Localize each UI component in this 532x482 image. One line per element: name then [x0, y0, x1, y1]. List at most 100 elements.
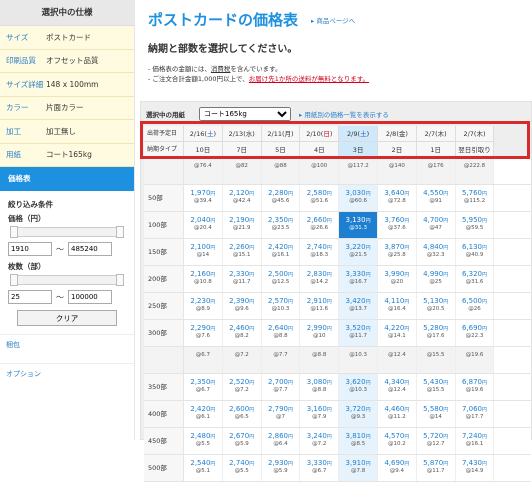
price-cell[interactable]: 6,130円 @40.9	[456, 239, 495, 265]
price-cell[interactable]: 3,030円 @60.6	[339, 185, 378, 211]
delivery-type-cell[interactable]: 5日	[261, 142, 301, 158]
price-cell[interactable]: 5,430円 @15.5	[417, 374, 456, 400]
price-cell[interactable]: @76.4	[184, 158, 223, 184]
ship-date-cell[interactable]: 2/11(月)	[261, 126, 301, 142]
price-cell[interactable]: @222.8	[455, 158, 495, 184]
price-cell[interactable]: @117.2	[339, 158, 378, 184]
price-cell[interactable]: 4,700円 @47	[417, 212, 456, 238]
price-cell[interactable]: 4,550円 @91	[417, 185, 456, 211]
price-cell[interactable]: 4,340円 @12.4	[378, 374, 417, 400]
price-cell[interactable]: 6,870円 @19.6	[456, 374, 495, 400]
price-cell[interactable]: 2,160円 @10.8	[184, 266, 223, 292]
qty-slider-min-handle[interactable]	[10, 274, 18, 286]
price-cell[interactable]: @12.4	[377, 347, 417, 373]
ship-date-cell[interactable]: 2/13(水)	[222, 126, 262, 142]
price-cell[interactable]: 2,350円 @23.5	[262, 212, 301, 238]
price-cell[interactable]: 7,240円 @16.1	[456, 428, 495, 454]
price-cell[interactable]: 4,990円 @25	[417, 266, 456, 292]
price-cell[interactable]: 2,640円 @8.8	[262, 320, 301, 346]
price-cell[interactable]: 6,500円 @26	[456, 293, 495, 319]
price-cell[interactable]: 5,870円 @11.7	[417, 455, 456, 481]
spec-key[interactable]: 加工	[0, 126, 46, 137]
price-cell[interactable]: 2,290円 @7.6	[184, 320, 223, 346]
price-cell[interactable]: 2,990円 @10	[300, 320, 340, 346]
spec-key[interactable]: カラー	[0, 102, 46, 113]
price-cell[interactable]: @82	[222, 158, 262, 184]
price-cell[interactable]: 5,580円 @14	[417, 401, 456, 427]
price-cell[interactable]: 2,860円 @6.4	[262, 428, 301, 454]
price-cell[interactable]: 2,500円 @12.5	[262, 266, 301, 292]
price-cell[interactable]: 4,220円 @14.1	[378, 320, 417, 346]
ship-date-cell[interactable]: 2/16(土)	[184, 126, 223, 142]
price-cell[interactable]: @7.7	[261, 347, 301, 373]
price-cell[interactable]: 3,810円 @8.5	[339, 428, 378, 454]
price-cell[interactable]: 3,240円 @7.2	[300, 428, 340, 454]
price-cell[interactable]: 3,330円 @6.7	[300, 455, 340, 481]
price-cell[interactable]: 4,840円 @32.3	[417, 239, 456, 265]
delivery-type-cell[interactable]: 7日	[222, 142, 262, 158]
price-cell[interactable]: @88	[261, 158, 301, 184]
price-cell[interactable]: @7.2	[222, 347, 262, 373]
price-cell[interactable]: @10.3	[339, 347, 378, 373]
price-cell[interactable]: 2,120円 @42.4	[223, 185, 262, 211]
ship-date-cell[interactable]: 2/10(日)	[300, 126, 340, 142]
price-cell[interactable]: 7,430円 @14.9	[456, 455, 495, 481]
price-cell[interactable]: 2,390円 @9.6	[223, 293, 262, 319]
spec-key[interactable]: 印刷品質	[0, 55, 46, 66]
price-cell[interactable]: 2,540円 @5.1	[184, 455, 223, 481]
price-cell[interactable]: 3,130円 @31.3	[339, 212, 378, 238]
price-cell[interactable]: 2,230円 @8.9	[184, 293, 223, 319]
price-cell[interactable]: 4,570円 @10.2	[378, 428, 417, 454]
price-cell[interactable]: 2,740円 @5.5	[223, 455, 262, 481]
price-cell[interactable]: 2,100円 @14	[184, 239, 223, 265]
price-cell[interactable]: 2,790円 @7	[262, 401, 301, 427]
price-cell[interactable]: 3,520円 @11.7	[339, 320, 378, 346]
price-cell[interactable]: 5,280円 @17.6	[417, 320, 456, 346]
qty-min-input[interactable]	[8, 290, 52, 304]
price-cell[interactable]: 3,330円 @16.7	[339, 266, 378, 292]
price-cell[interactable]: 5,720円 @12.7	[417, 428, 456, 454]
delivery-type-cell[interactable]: 2日	[377, 142, 417, 158]
price-cell[interactable]: 3,080円 @8.8	[300, 374, 340, 400]
qty-slider-max-handle[interactable]	[116, 274, 124, 286]
spec-key[interactable]: サイズ	[0, 32, 46, 43]
price-cell[interactable]: 2,830円 @14.2	[300, 266, 340, 292]
price-cell[interactable]: 2,700円 @7.7	[262, 374, 301, 400]
price-cell[interactable]: 5,130円 @20.5	[417, 293, 456, 319]
packing-link[interactable]: 梱包	[0, 334, 134, 355]
price-cell[interactable]: 2,280円 @45.6	[262, 185, 301, 211]
price-cell[interactable]: 7,060円 @17.7	[456, 401, 495, 427]
delivery-type-cell[interactable]: 1日	[416, 142, 456, 158]
price-cell[interactable]: 2,330円 @11.7	[223, 266, 262, 292]
price-table-tab[interactable]: 価格表	[0, 167, 134, 191]
qty-max-input[interactable]	[68, 290, 112, 304]
ship-date-cell[interactable]: 2/9(土)	[339, 126, 378, 142]
spec-key[interactable]: 用紙	[0, 149, 46, 160]
free-shipping-link[interactable]: お届け先1か所の送料が無料となります。	[249, 75, 369, 83]
spec-key[interactable]: サイズ詳細	[0, 79, 46, 90]
price-cell[interactable]: 2,420円 @16.1	[262, 239, 301, 265]
price-cell[interactable]: 2,600円 @6.5	[223, 401, 262, 427]
price-cell[interactable]: 2,350円 @6.7	[184, 374, 223, 400]
price-cell[interactable]: 3,160円 @7.9	[300, 401, 340, 427]
price-cell[interactable]: 5,760円 @115.2	[456, 185, 495, 211]
price-max-input[interactable]	[68, 242, 112, 256]
product-page-link[interactable]: ▸ 商品ページへ	[311, 15, 355, 25]
price-cell[interactable]: @100	[300, 158, 340, 184]
price-cell[interactable]: 3,620円 @10.3	[339, 374, 378, 400]
delivery-type-cell[interactable]: 翌日引取り	[455, 142, 495, 158]
ship-date-cell[interactable]: 2/8(金)	[377, 126, 417, 142]
price-cell[interactable]: 4,460円 @11.2	[378, 401, 417, 427]
price-cell[interactable]: 1,970円 @39.4	[184, 185, 223, 211]
price-cell[interactable]: 2,930円 @5.9	[262, 455, 301, 481]
price-cell[interactable]: 4,110円 @16.4	[378, 293, 417, 319]
price-cell[interactable]: 3,760円 @37.6	[378, 212, 417, 238]
price-cell[interactable]: 4,690円 @9.4	[378, 455, 417, 481]
price-cell[interactable]: 2,740円 @18.3	[300, 239, 340, 265]
price-cell[interactable]: 3,910円 @7.8	[339, 455, 378, 481]
ship-date-cell[interactable]: 2/7(木)	[416, 126, 456, 142]
price-cell[interactable]: @6.7	[184, 347, 223, 373]
price-cell[interactable]: @176	[416, 158, 456, 184]
delivery-type-cell[interactable]: 3日	[339, 142, 378, 158]
price-cell[interactable]: @140	[377, 158, 417, 184]
